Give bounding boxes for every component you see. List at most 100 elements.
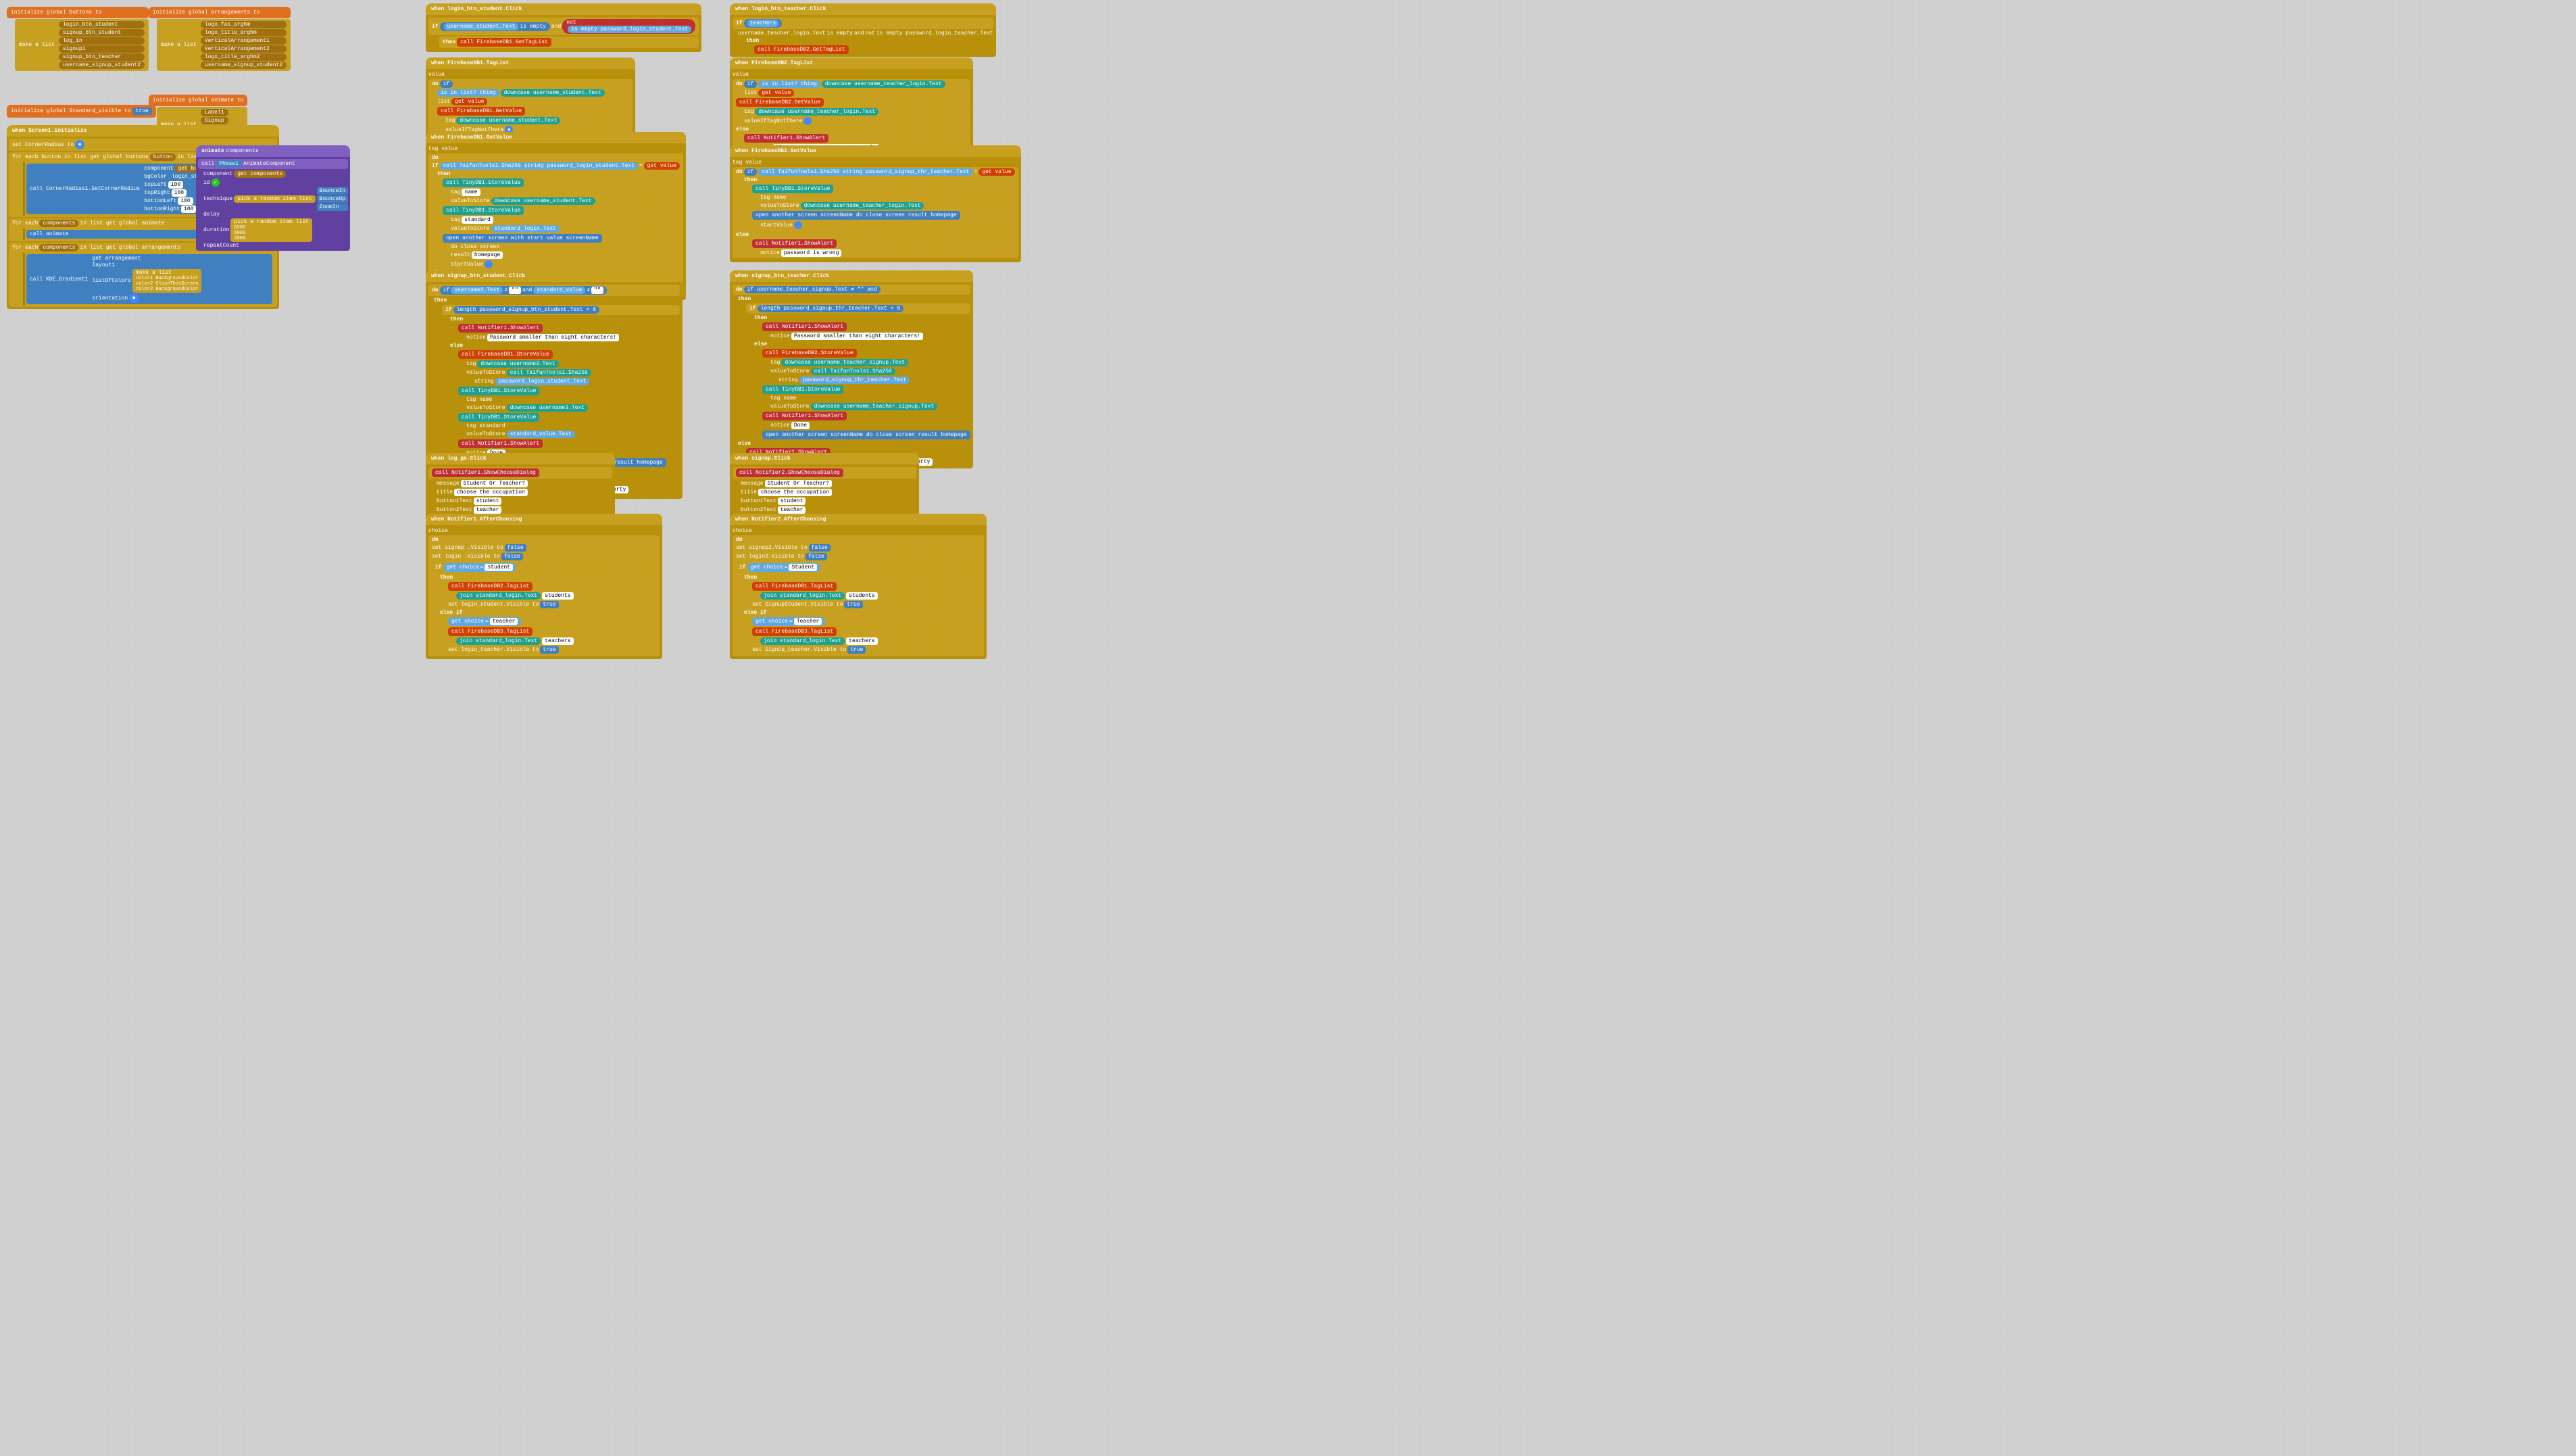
downcase-username-signup2: downcase username3.Text [507, 404, 588, 412]
tinydb-store-name-signup: call TinyDB1.StoreValue [458, 387, 539, 395]
tinydb-store-standard-signup: call TinyDB1.StoreValue [458, 413, 539, 422]
downcase-username3: downcase username_student.Text [491, 197, 595, 205]
not-condition: not is empty password_login_student.Text [562, 19, 695, 34]
init-standard-visible-label: initialize global Standard_visible to [11, 108, 131, 114]
notice-teacher-wrong-pw: password is wrong [781, 249, 842, 257]
btn-login-student: login_btn_student [59, 21, 145, 28]
group-init-arrangements: initialize global arrangements to make a… [149, 7, 291, 72]
call-tinydb-store1: call TinyDB1.StoreValue [443, 178, 524, 187]
join-standard-signup-teachers: join standard_login.Text [760, 637, 845, 645]
arr-username-signup: username_signup_student2 [201, 62, 287, 69]
downcase-teacher-signup2: downcase username_teacher_signup.Text [811, 403, 938, 410]
if-condition-student: username_student.Text is empty [440, 22, 550, 31]
notifier-done-teacher: call Notifier1.ShowAlert [762, 412, 847, 420]
is-in-list-thing: is in list? thing [437, 89, 499, 97]
top-right-val: 100 [172, 189, 187, 197]
firebase-taglist-teachers: call FirebaseDB3.TagList [448, 627, 532, 636]
dialog2-btn2: teacher [778, 506, 806, 514]
arr-vertical1: VerticalArrangement1 [201, 37, 287, 45]
bottom-left-val: 100 [178, 197, 193, 205]
group-animate-block: animate components call Phase1 AnimateCo… [196, 145, 350, 251]
dialog2-btn1: student [778, 498, 806, 505]
call-notifier-choose-dialog: call Notifier1.ShowChooseDialog [432, 468, 539, 477]
bounce-up: BounceUp [317, 195, 348, 203]
tinydb-store-teacher-signup: call TinyDB1.StoreValue [762, 385, 843, 394]
blocks-canvas: initialize global buttons to make a list… [0, 0, 2576, 1456]
animate-component-call: Phase1 [216, 160, 242, 168]
grid-background [0, 0, 2576, 1456]
signup-if-condition: if username3.Text ≠ "" and standard_valu… [440, 286, 607, 295]
components-var2: components [39, 244, 78, 251]
firebase2-if: if [744, 80, 758, 88]
downcase-username: downcase username_student.Text [501, 89, 605, 97]
pick-random-technique: pick a random item list [234, 195, 315, 203]
when-login-student-label: when login_btn_student.Click [431, 6, 522, 12]
init-animate-label: initialize global animate to [153, 97, 243, 103]
components-var: components [39, 220, 78, 227]
arr-logo-fas: logo_fas_arghm [201, 21, 287, 28]
call-notifier-teacher-short-pw: call Notifier1.ShowAlert [762, 322, 847, 331]
set-corner-radius: set CornerRadius to [12, 142, 74, 148]
notice-short-pw: Password smaller than eight characters! [487, 334, 619, 341]
group-login-teacher-click: when login_btn_teacher.Click if teachers… [730, 3, 996, 57]
sha256-teacher-signup: call TaifunTools1.Sha256 [811, 368, 895, 375]
group-firebase2-gotvalue: when FirebaseDB2.GotValue tag value do i… [730, 145, 1021, 262]
teachers-text: teachers [542, 637, 573, 645]
group-login-student-click: when login_btn_student.Click if username… [426, 3, 701, 52]
password-teacher-signup-text: password_signup_thr_teacher.Text [799, 377, 910, 384]
call-notifier-short-pw: call Notifier1.ShowAlert [458, 324, 543, 333]
firebase-taglist-students: call FirebaseDB2.TagList [448, 582, 532, 591]
set-login2-visible-false: false [806, 553, 827, 560]
group-init-buttons: initialize global buttons to make a list… [7, 7, 149, 72]
start-value-teacher [794, 221, 802, 229]
group-notifier2-choosing: when Notifier2.AfterChoosing choice do s… [730, 514, 987, 659]
get-value-ref2: get value [644, 162, 680, 170]
is-in-list-teacher: is in list? thing [758, 80, 820, 88]
group-firebase2-taglist: when FirebaseDB2.TagList value do if is … [730, 57, 973, 157]
sha256-teacher-check: call TaifunTools1.Sha256 string password… [758, 168, 972, 176]
anim-signup: Signup [201, 117, 228, 124]
downcase-username2: downcase username_student.Text [456, 117, 560, 124]
teachers-text2: teachers [846, 637, 877, 645]
join-standard-students: join standard_login.Text [456, 592, 541, 600]
id-check: ✓ [212, 178, 220, 187]
call-firebase-gettaglist: call FirebaseDB1.GetTagList [457, 38, 551, 47]
firebase2-if-gotvalue: if [744, 168, 758, 176]
arr-logo-title2: logo_title_arghm2 [201, 53, 287, 61]
students-text2: students [846, 592, 877, 600]
dialog2-message: Student Or Teacher? [765, 480, 832, 487]
signup-teacher-if-condition: if username_teacher_signup.Text ≠ "" and [744, 286, 881, 293]
call-firebase2-getvalue: call FirebaseDB2.GetValue [736, 98, 824, 107]
when-screen1-label: when Screen1.initialize [12, 128, 86, 134]
bottom-right-val: 100 [181, 205, 196, 213]
for-each-button-label: for each button in list get global butto… [12, 154, 149, 160]
notice-done-teacher: Done [791, 422, 810, 429]
choice-teacher-check2: get choice = Teacher [752, 617, 825, 626]
standard-value-text: standard_value.Text [507, 431, 575, 438]
downcase-username-signup: downcase username3.Text [477, 360, 558, 368]
password-signup-text: password_login_student.Text [495, 378, 590, 385]
make-list-colors: make a list color1 BackgroundColor color… [132, 269, 201, 293]
startvalue-circle [485, 260, 493, 268]
group-notifier-choosing: when Notifier1.AfterChoosing choice do s… [426, 514, 662, 659]
bounce-in: BounceIn [317, 187, 348, 195]
btn-signup-student: signup_btn_student [59, 29, 145, 37]
join-standard-teachers: join standard_login.Text [456, 637, 541, 645]
got-value-condition: call TaifunTools1.Sha256 string password… [440, 162, 638, 170]
true-val-block: true [132, 107, 152, 115]
get-value-teacher: get value [979, 168, 1014, 176]
notifier-done: call Notifier1.ShowAlert [458, 439, 543, 448]
choice-student-check: get choice = student [443, 563, 516, 572]
group-init-standard-visible: initialize global Standard_visible to tr… [7, 105, 156, 118]
call-notifier-teacher-alert: call Notifier1.ShowAlert [744, 134, 828, 143]
login-teacher-visible-true: true [540, 646, 558, 654]
notifier-teacher-wrong-pw: call Notifier1.ShowAlert [752, 239, 837, 248]
init-buttons-label: initialize global buttons to [11, 9, 101, 16]
set-signup2-visible-false: false [809, 544, 831, 552]
arr-logo-title: logo_title_arghm [201, 29, 287, 37]
notice-teacher-short-pw: Password smaller than eight characters! [791, 333, 923, 340]
tag-not-there-teacher [803, 117, 812, 125]
tinydb-teacher-name: call TinyDB1.StoreValue [752, 185, 833, 193]
choice-teacher-check: get choice = teacher [448, 617, 521, 626]
open-another-screen: open another screen with start value scr… [443, 234, 602, 243]
